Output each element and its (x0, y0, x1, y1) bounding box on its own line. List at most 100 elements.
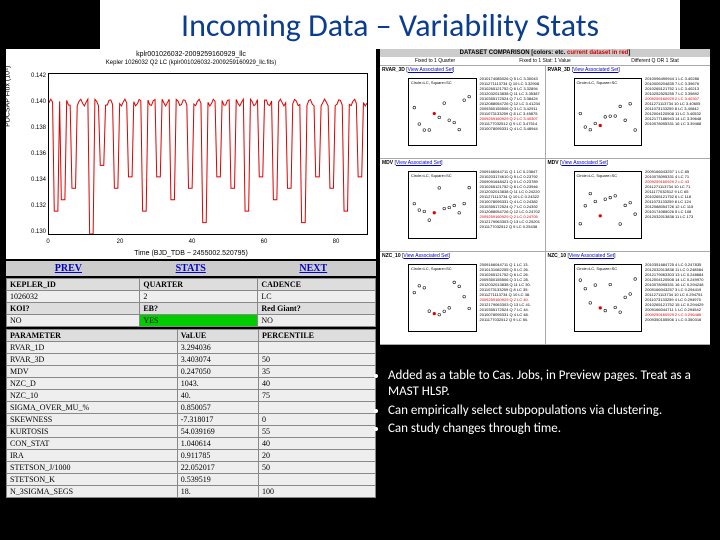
lc-id: kplr001026032-2009259160929_llc (136, 51, 246, 58)
next-link[interactable]: NEXT (299, 263, 327, 274)
stats-cell: 54.039169 (177, 426, 258, 438)
stats-cell: 50 (258, 354, 375, 366)
stats-cell: 22.052017 (177, 462, 258, 474)
stats-link[interactable]: STATS (176, 263, 206, 274)
lc-xtick: 0 (46, 239, 49, 245)
stats-cell: IRA (7, 450, 178, 462)
stats-cell: STETSON_K (7, 474, 178, 486)
mini-list: 2010096490944 1 LC 3.402862010005204835 … (645, 76, 709, 126)
stats-cell (258, 474, 375, 486)
stats-cell: SIGMA_OVER_MU_% (7, 402, 178, 414)
stats-cell: 35 (258, 366, 375, 378)
info-cell: LC (258, 291, 376, 303)
lc-plot-area (48, 73, 368, 235)
lc-ytick: 0.142 (24, 73, 46, 79)
stats-cell: 0.911785 (177, 450, 258, 462)
compare-header: DATASET COMPARISON [colors: etc. current… (380, 49, 710, 57)
stats-cell (258, 342, 375, 354)
mini-list: 2009166043257 1 LC 852010078095331 4 LC … (645, 169, 709, 219)
lc-xtick: 40 (189, 239, 196, 245)
right-column: DATASET COMPARISON [colors: etc. current… (380, 49, 710, 498)
info-cell: 1026032 (7, 291, 140, 303)
mini-scatter: Circle=LC, Square=SC (408, 78, 477, 146)
mini-list: 2009166044711 Q 1 LC 13.2010131082255 Q … (480, 262, 544, 322)
mini-scatter: Circle=LC, Square=SC (574, 264, 643, 332)
stats-cell: 40 (258, 378, 375, 390)
stats-cell: 1043. (177, 378, 258, 390)
lc-xtick: 20 (117, 239, 124, 245)
info-table: KEPLER_IDQUARTERCADENCE10260322LCKOI?EB?… (6, 278, 376, 327)
nav-bar: PREV STATS NEXT (6, 261, 376, 276)
mini-list: 2010351684725 4 LC 0.2478352012032013838… (645, 262, 709, 322)
view-set-link[interactable]: View Associated Set (403, 253, 448, 259)
bullet-1: Can empirically select subpopulations vi… (388, 403, 698, 419)
stats-hdr-cell: PERCENTILE (258, 330, 375, 342)
stats-cell: SKEWNESS (7, 414, 178, 426)
stats-cell: 3.403074 (177, 354, 258, 366)
stats-cell: 40. (177, 390, 258, 402)
stats-cell: 0.539519 (177, 474, 258, 486)
stats-cell: 75 (258, 390, 375, 402)
lc-ytick: 0.136 (24, 151, 46, 157)
info-cell: YES (140, 315, 258, 327)
subhdr-1: Fixed to 1 Stat: 1 Value (490, 57, 600, 65)
stats-cell: 0.850057 (177, 402, 258, 414)
view-set-link[interactable]: View Associated Set (569, 253, 614, 259)
lc-ytick: 0.138 (24, 125, 46, 131)
view-set-link[interactable]: View Associated Set (561, 160, 606, 166)
mini-scatter: Circle=LC, Square=SC (408, 171, 477, 239)
lc-ytick: 0.132 (24, 203, 46, 209)
compare-cell: RVAR_3D [View Associated Set]Circle=LC, … (380, 66, 546, 158)
prev-link[interactable]: PREV (55, 263, 82, 274)
stats-cell: 55 (258, 426, 375, 438)
lc-xtick: 60 (261, 239, 268, 245)
compare-cell: NZC_10 [View Associated Set]Circle=LC, S… (546, 252, 711, 344)
lightcurve-plot: kplr001026032-2009259160929_llc Kepler 1… (6, 49, 376, 259)
mini-list: 2009166044711 Q 1 LC 0.23847201020317461… (480, 169, 544, 229)
lc-subtitle: Kepler 1026032 Q2 LC (kplr001026032-2009… (106, 60, 276, 66)
left-column: kplr001026032-2009259160929_llc Kepler 1… (6, 49, 376, 498)
info-cell: NO (258, 315, 376, 327)
stats-cell: CON_STAT (7, 438, 178, 450)
compare-cell: RVAR_3D [View Associated Set]Circle=LC, … (546, 66, 711, 158)
info-cell: EB? (140, 303, 258, 315)
lc-ytick: 0.140 (24, 99, 46, 105)
stats-cell: 3.294036 (177, 342, 258, 354)
compare-cell: NZC_10 [View Associated Set]Circle=LC, S… (380, 252, 546, 344)
stats-cell: -7.318017 (177, 414, 258, 426)
info-cell: 2 (140, 291, 258, 303)
info-cell: NO (7, 315, 140, 327)
compare-cell: MDV [View Associated Set]Circle=LC, Squa… (380, 159, 546, 251)
mini-scatter: Circle=LC, Square=SC (574, 171, 643, 239)
stats-cell (258, 402, 375, 414)
mini-scatter: Circle=LC, Square=SC (574, 78, 643, 146)
view-set-link[interactable]: View Associated Set (396, 160, 441, 166)
mini-list: 2010174085026 Q 5 LC 3.30043201127111373… (480, 76, 544, 131)
lc-xtick: 80 (333, 239, 340, 245)
stats-hdr-cell: VaLUE (177, 330, 258, 342)
stats-cell: NZC_D (7, 378, 178, 390)
stats-cell: 1.040614 (177, 438, 258, 450)
info-cell: KOI? (7, 303, 140, 315)
slide-title: Incoming Data – Variability Stats (100, 0, 680, 49)
info-cell: CADENCE (258, 279, 376, 291)
stats-table: PARAMETERVaLUEPERCENTILERVAR_1D3.294036R… (6, 329, 376, 498)
view-set-link[interactable]: View Associated Set (408, 67, 453, 73)
info-cell: Red Giant? (258, 303, 376, 315)
bullet-0: Added as a table to Cas. Jobs, in Previe… (388, 368, 698, 401)
lc-ytick: 0.134 (24, 177, 46, 183)
stats-cell: 50 (258, 462, 375, 474)
compare-cell: MDV [View Associated Set]Circle=LC, Squa… (546, 159, 711, 251)
lc-xlabel: Time (BJD_TDB − 2455002.520795) (134, 250, 248, 257)
stats-cell: 100 (258, 486, 375, 498)
lc-ytick: 0.130 (24, 229, 46, 235)
stats-cell: RVAR_3D (7, 354, 178, 366)
stats-cell: 40 (258, 438, 375, 450)
stats-cell: KURTOSIS (7, 426, 178, 438)
lc-ylabel: PDCSAP Flux (10⁴) (5, 66, 12, 127)
stats-cell: RVAR_1D (7, 342, 178, 354)
view-set-link[interactable]: View Associated Set (573, 67, 618, 73)
info-cell: KEPLER_ID (7, 279, 140, 291)
stats-cell: 0 (258, 414, 375, 426)
stats-cell: N_3SIGMA_SEGS (7, 486, 178, 498)
